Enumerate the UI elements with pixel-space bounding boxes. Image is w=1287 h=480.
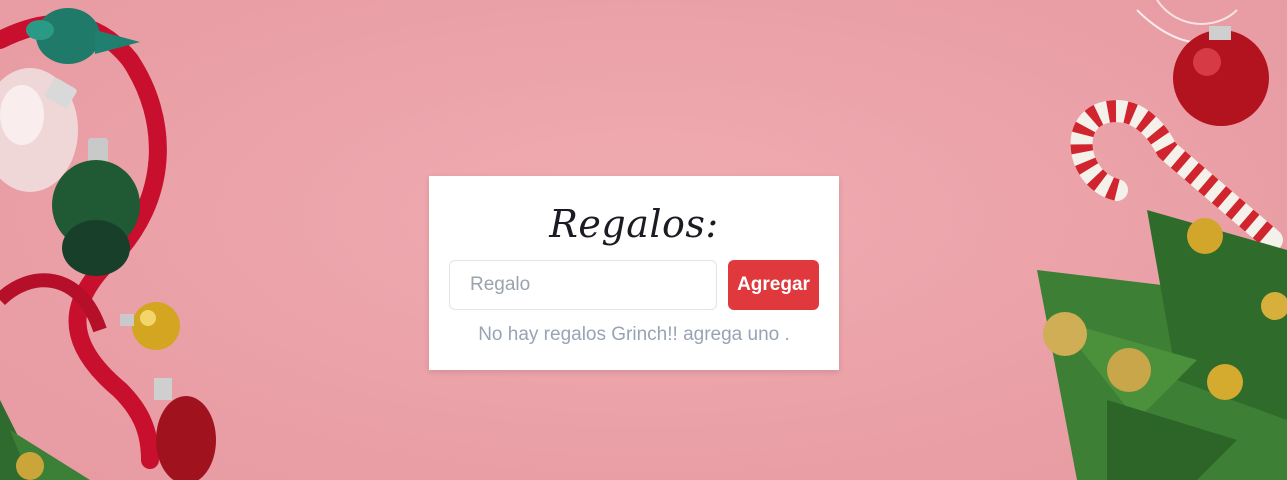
gift-input[interactable] <box>449 260 717 310</box>
add-gift-button[interactable]: Agregar <box>728 260 819 310</box>
right-decorations <box>1037 0 1287 480</box>
left-decorations <box>0 8 216 480</box>
empty-message: No hay regalos Grinch!! agrega uno . <box>478 324 790 345</box>
add-gift-form: Agregar <box>449 260 819 310</box>
gold-ball-icon <box>120 302 180 350</box>
red-pinecone-icon <box>154 378 216 480</box>
gift-card: Regalos: Agregar No hay regalos Grinch!!… <box>429 176 839 370</box>
page-title: Regalos: <box>549 202 719 246</box>
pine-branch-icon <box>0 400 90 480</box>
